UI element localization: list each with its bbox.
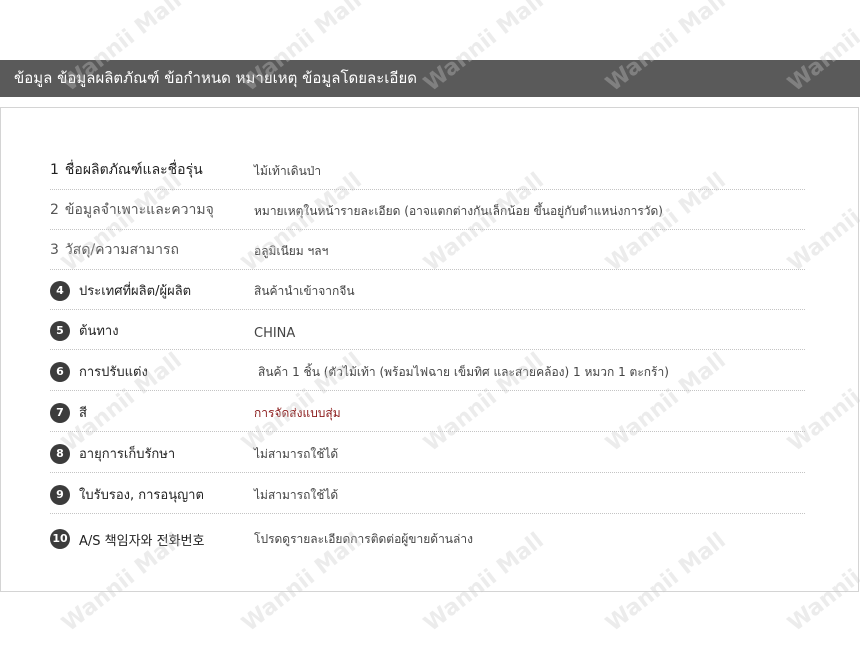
spec-row-origin: 5 ต้นทาง CHINA bbox=[50, 310, 805, 350]
spec-row-manufacturer: 4 ประเทศที่ผลิต/ผู้ผลิต สินค้านำเข้าจากจ… bbox=[50, 270, 805, 310]
spec-label-text: สี bbox=[79, 406, 87, 421]
spec-label-text: ประเทศที่ผลิต/ผู้ผลิต bbox=[79, 284, 192, 299]
spec-value: การจัดส่งแบบสุ่ม bbox=[254, 406, 341, 420]
spec-table: 1 ชื่อผลิตภัณฑ์และชื่อรุ่น ไม้เท้าเดินป่… bbox=[0, 107, 859, 592]
spec-label: 9 ใบรับรอง, การอนุญาต bbox=[50, 484, 204, 505]
spec-row-after-service: 10 A/S 책임자와 전화번호 โปรดดูรายละเอียดการติดต… bbox=[50, 515, 805, 557]
spec-label-text: ข้อมูลจำเพาะและความจุ bbox=[64, 202, 214, 218]
spec-number: 1 bbox=[50, 162, 59, 178]
spec-value: อลูมิเนียม ฯลฯ bbox=[254, 244, 329, 258]
spec-label-text: ต้นทาง bbox=[79, 324, 119, 339]
spec-value: สินค้า 1 ชิ้น (ตัวไม้เท้า (พร้อมไฟฉาย เข… bbox=[258, 365, 669, 379]
spec-row-name: 1 ชื่อผลิตภัณฑ์และชื่อรุ่น ไม้เท้าเดินป่… bbox=[50, 150, 805, 190]
spec-row-specification: 2 ข้อมูลจำเพาะและความจุ หมายเหตุในหน้ารา… bbox=[50, 190, 805, 230]
spec-number-badge: 9 bbox=[50, 484, 70, 505]
spec-label-text: อายุการเก็บรักษา bbox=[79, 447, 176, 462]
spec-row-shelf-life: 8 อายุการเก็บรักษา ไม่สามารถใช้ได้ bbox=[50, 433, 805, 473]
section-header: ข้อมูล ข้อมูลผลิตภัณฑ์ ข้อกำหนด หมายเหตุ… bbox=[0, 60, 860, 97]
spec-label: 8 อายุการเก็บรักษา bbox=[50, 443, 175, 464]
spec-label: 10 A/S 책임자와 전화번호 bbox=[50, 529, 204, 549]
spec-label: 6 การปรับแต่ง bbox=[50, 361, 148, 382]
spec-number-badge: 4 bbox=[50, 280, 70, 301]
spec-value: ไม้เท้าเดินป่า bbox=[254, 164, 322, 178]
spec-number-badge: 6 bbox=[50, 361, 70, 382]
spec-label-text: การปรับแต่ง bbox=[79, 365, 148, 380]
spec-label: 5 ต้นทาง bbox=[50, 320, 119, 341]
spec-number: 3 bbox=[50, 242, 59, 258]
spec-number-badge: 8 bbox=[50, 443, 70, 464]
spec-value: หมายเหตุในหน้ารายละเอียด (อาจแตกต่างกันเ… bbox=[254, 204, 663, 218]
spec-label: 7 สี bbox=[50, 402, 87, 423]
spec-label-text: ใบรับรอง, การอนุญาต bbox=[79, 488, 204, 503]
spec-number: 2 bbox=[50, 202, 59, 218]
spec-label-text: A/S 책임자와 전화번호 bbox=[79, 533, 205, 549]
spec-label: 3 วัสดุ/ความสามารถ bbox=[50, 239, 179, 261]
spec-number-badge: 7 bbox=[50, 402, 70, 423]
spec-number-badge: 5 bbox=[50, 320, 70, 341]
spec-value: โปรดดูรายละเอียดการติดต่อผู้ขายด้านล่าง bbox=[254, 532, 473, 546]
spec-label: 2 ข้อมูลจำเพาะและความจุ bbox=[50, 199, 214, 221]
spec-value: CHINA bbox=[254, 326, 296, 341]
spec-value: ไม่สามารถใช้ได้ bbox=[254, 488, 339, 502]
spec-label-text: วัสดุ/ความสามารถ bbox=[64, 242, 179, 258]
spec-row-color: 7 สี การจัดส่งแบบสุ่ม bbox=[50, 392, 805, 432]
spec-row-material: 3 วัสดุ/ความสามารถ อลูมิเนียม ฯลฯ bbox=[50, 230, 805, 270]
spec-row-composition: 6 การปรับแต่ง สินค้า 1 ชิ้น (ตัวไม้เท้า … bbox=[50, 351, 805, 391]
product-info-page: ข้อมูล ข้อมูลผลิตภัณฑ์ ข้อกำหนด หมายเหตุ… bbox=[0, 0, 860, 653]
spec-value: ไม่สามารถใช้ได้ bbox=[254, 447, 339, 461]
spec-number-badge: 10 bbox=[50, 529, 70, 549]
spec-label: 4 ประเทศที่ผลิต/ผู้ผลิต bbox=[50, 280, 191, 301]
spec-label-text: ชื่อผลิตภัณฑ์และชื่อรุ่น bbox=[64, 162, 203, 178]
spec-row-certification: 9 ใบรับรอง, การอนุญาต ไม่สามารถใช้ได้ bbox=[50, 474, 805, 514]
spec-label: 1 ชื่อผลิตภัณฑ์และชื่อรุ่น bbox=[50, 159, 203, 181]
section-title: ข้อมูล ข้อมูลผลิตภัณฑ์ ข้อกำหนด หมายเหตุ… bbox=[14, 69, 417, 87]
spec-value: สินค้านำเข้าจากจีน bbox=[254, 284, 355, 298]
